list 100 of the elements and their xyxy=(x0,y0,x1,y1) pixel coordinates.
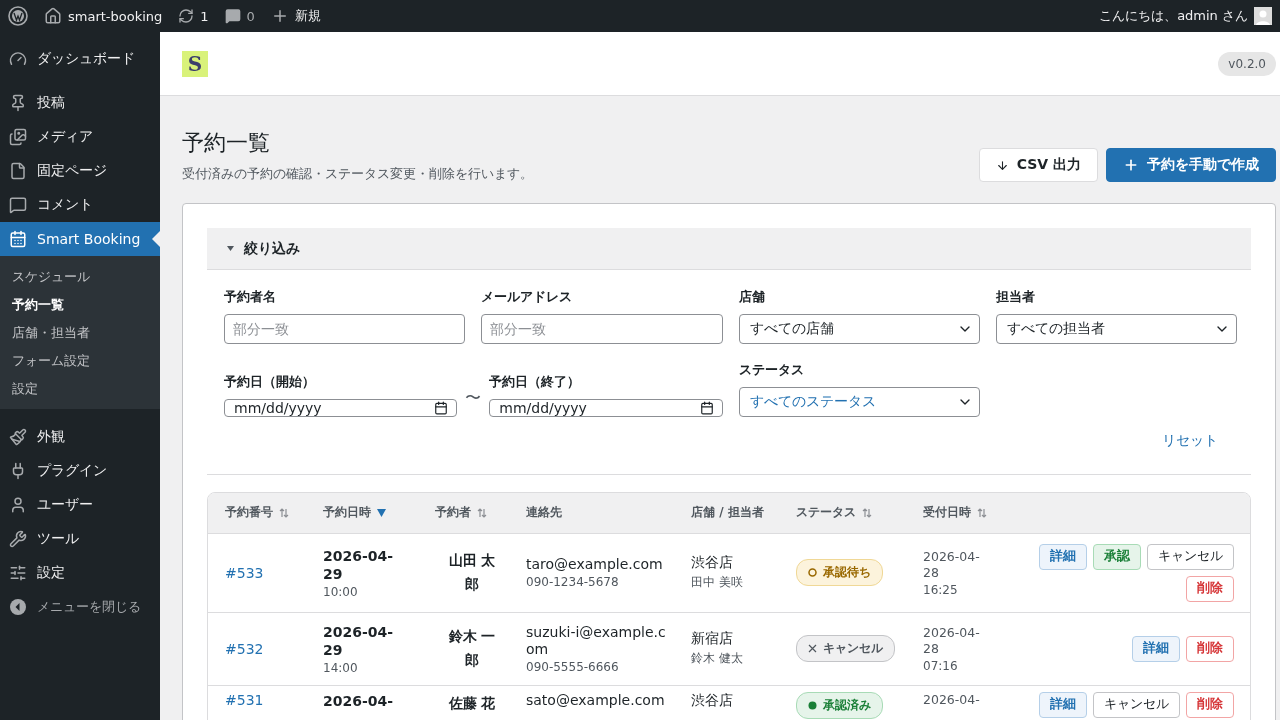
booking-time: 14:00 xyxy=(323,660,359,675)
wordpress-logo[interactable] xyxy=(8,6,28,26)
export-button[interactable]: CSV 出力 xyxy=(978,148,1098,182)
sliders-icon xyxy=(9,564,27,582)
avatar-icon xyxy=(1254,7,1272,25)
sort-icon[interactable] xyxy=(862,507,872,518)
collapse-menu-button[interactable]: メニューを閉じる xyxy=(0,590,160,624)
site-link[interactable]: smart-booking xyxy=(44,7,163,25)
calendar-icon xyxy=(9,230,27,248)
approve-button[interactable]: 承認 xyxy=(1093,543,1141,570)
new-link[interactable]: 新規 xyxy=(270,7,321,25)
updates-link[interactable]: 1 xyxy=(178,8,209,24)
select-field[interactable]: すべての担当者 xyxy=(995,314,1237,344)
sort-icon[interactable] xyxy=(977,507,987,518)
submenu-item[interactable]: 設定 xyxy=(0,375,160,403)
speech-bubble-icon xyxy=(9,196,27,214)
menu-item[interactable]: 固定ページ xyxy=(0,154,160,188)
speech-bubble-icon xyxy=(224,8,241,24)
download-arrow-icon xyxy=(995,158,1009,172)
received-date: 2026-04- xyxy=(923,691,981,708)
field-label: 予約者名 xyxy=(224,288,277,306)
submenu-item[interactable]: フォーム設定 xyxy=(0,347,160,375)
menu-item[interactable]: 投稿 xyxy=(0,86,160,120)
pin-icon xyxy=(9,94,27,112)
select-field[interactable]: すべてのステータス xyxy=(738,387,980,417)
refresh-icon xyxy=(178,8,195,24)
detail-button[interactable]: 詳細 xyxy=(1039,543,1087,570)
file-icon xyxy=(9,162,27,180)
customer-name: 山田 太郎 xyxy=(447,550,497,594)
phone-text: 090-5555-6666 xyxy=(526,659,620,674)
sort-descending-icon[interactable] xyxy=(377,508,386,517)
menu-item[interactable]: 外観 xyxy=(0,420,160,454)
account-link[interactable]: こんにちは、admin さん xyxy=(1099,7,1272,25)
booking-time: 10:00 xyxy=(323,584,359,599)
reset-link[interactable]: リセット xyxy=(1162,432,1218,450)
booking-date: 2026-04-29 xyxy=(323,622,395,659)
email-text: suzuki-i@example.com xyxy=(526,623,667,658)
status-badge: キャンセル xyxy=(796,635,895,662)
cancel-button[interactable]: キャンセル xyxy=(1147,543,1234,570)
create-button[interactable]: 予約を手動で作成 xyxy=(1106,148,1276,182)
dot-icon xyxy=(808,700,817,710)
delete-button[interactable]: 削除 xyxy=(1186,635,1234,662)
submenu-item[interactable]: スケジュール xyxy=(0,263,160,291)
cross-icon xyxy=(808,644,817,653)
detail-button[interactable]: 詳細 xyxy=(1039,691,1087,718)
booking-link[interactable]: #533 xyxy=(225,564,264,581)
booking-date: 2026-04- xyxy=(323,691,395,710)
calendar-icon xyxy=(699,401,714,415)
cancel-button[interactable]: キャンセル xyxy=(1093,691,1180,718)
booking-link[interactable]: #532 xyxy=(225,640,264,657)
home-icon xyxy=(44,7,62,25)
version-badge: v0.2.0 xyxy=(1218,51,1276,76)
received-date: 2026-04-28 xyxy=(923,624,981,657)
app-logo: S xyxy=(182,50,208,77)
phone-text: 090-1234-5678 xyxy=(526,575,620,589)
comments-link[interactable]: 0 xyxy=(224,8,255,24)
select-field[interactable]: すべての店舗 xyxy=(738,314,980,344)
menu-item[interactable]: ユーザー xyxy=(0,488,160,522)
field-label: ステータス xyxy=(738,361,805,379)
received-time: 07:16 xyxy=(923,658,959,673)
field-label: 店舗 xyxy=(738,288,766,306)
sort-icon[interactable] xyxy=(477,507,487,518)
date-field[interactable]: mm/dd/yyyy xyxy=(489,399,723,417)
user-icon xyxy=(9,496,27,514)
menu-item[interactable]: ダッシュボード xyxy=(0,42,160,76)
page-description: 受付済みの予約の確認・ステータス変更・削除を行います。 xyxy=(182,166,533,183)
email-text: sato@example.com xyxy=(526,691,666,709)
date-field[interactable]: mm/dd/yyyy xyxy=(224,399,458,417)
calendar-icon xyxy=(434,401,449,415)
menu-item[interactable]: 設定 xyxy=(0,556,160,590)
status-badge: 承認待ち xyxy=(796,559,883,586)
customer-name: 佐藤 花 xyxy=(447,693,497,713)
detail-button[interactable]: 詳細 xyxy=(1132,635,1180,662)
submenu-item[interactable]: 店舗・担当者 xyxy=(0,319,160,347)
delete-button[interactable]: 削除 xyxy=(1186,691,1234,718)
brush-icon xyxy=(9,428,27,446)
submenu-item[interactable]: 予約一覧 xyxy=(0,291,160,319)
menu-item[interactable]: Smart Booking xyxy=(0,222,160,256)
wrench-icon xyxy=(9,530,27,548)
field-label: 予約日（終了） xyxy=(489,373,582,391)
booking-date: 2026-04-29 xyxy=(323,546,395,583)
column-header: 店舗 / 担当者 xyxy=(691,504,764,522)
received-time: 16:25 xyxy=(923,582,959,597)
store-name: 渋谷店 xyxy=(691,691,734,710)
menu-item[interactable]: プラグイン xyxy=(0,454,160,488)
sort-icon[interactable] xyxy=(279,507,289,518)
field-label: 予約日（開始） xyxy=(224,373,316,391)
booking-link[interactable]: #531 xyxy=(225,691,264,708)
text-field[interactable]: 部分一致 xyxy=(481,314,723,344)
gauge-icon xyxy=(9,50,27,68)
menu-item[interactable]: ツール xyxy=(0,522,160,556)
filter-header[interactable]: 絞り込み xyxy=(207,228,1251,270)
customer-name: 鈴木 一郎 xyxy=(447,626,497,670)
plus-icon xyxy=(1123,157,1139,173)
images-icon xyxy=(9,128,27,146)
text-field[interactable]: 部分一致 xyxy=(224,314,466,344)
menu-item[interactable]: メディア xyxy=(0,120,160,154)
menu-item[interactable]: コメント xyxy=(0,188,160,222)
store-name: 新宿店 xyxy=(691,630,734,648)
delete-button[interactable]: 削除 xyxy=(1186,575,1234,602)
